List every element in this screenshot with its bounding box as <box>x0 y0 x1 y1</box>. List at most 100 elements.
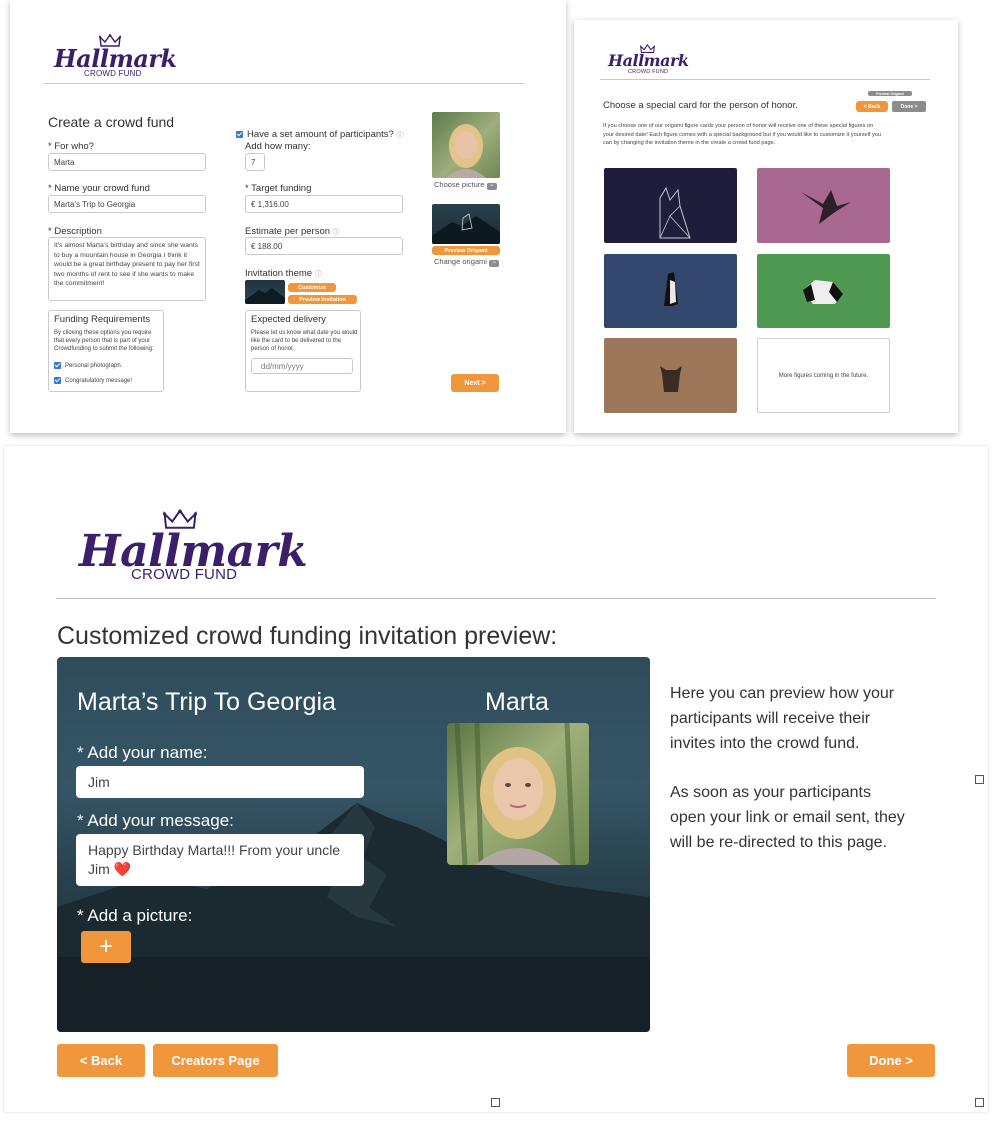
description-textarea[interactable]: It’s almost Marta’s birthday and since s… <box>48 237 206 301</box>
preview-invitation-button[interactable]: Preview Invitation <box>288 295 357 304</box>
target-funding-input[interactable]: € 1,316.00 <box>245 195 403 213</box>
invitation-preview-panel: Hallmark CROWD FUND Customized crowd fun… <box>4 446 988 1112</box>
info-icon: ⓘ <box>332 229 340 236</box>
funding-requirements-title: Funding Requirements <box>54 314 151 325</box>
hallmark-logo: Hallmark CROWD FUND <box>54 34 177 80</box>
back-button[interactable]: < Back <box>856 101 888 112</box>
name-label: * Name your crowd fund <box>48 183 150 194</box>
resize-handle[interactable] <box>975 1098 984 1107</box>
description-label: * Description <box>48 226 102 237</box>
mountain-icon <box>245 288 285 304</box>
preview-origami-button[interactable]: Preview Origami <box>432 246 500 255</box>
origami-card-panda[interactable] <box>757 254 890 328</box>
honoree-photo <box>447 723 589 865</box>
origami-card-crane[interactable] <box>757 168 890 243</box>
info-icon: ⓘ <box>396 132 404 139</box>
change-origami-label: Change origami <box>434 257 487 266</box>
person-photo-icon <box>446 124 486 178</box>
for-who-label: * For who? <box>48 141 94 152</box>
preview-origami-button[interactable]: Preview Origami <box>868 91 912 96</box>
invitation-card: Marta’s Trip To Georgia Marta * Add your… <box>57 657 650 1032</box>
header-divider <box>56 598 936 599</box>
fund-name-input[interactable]: Marta’s Trip to Georgia <box>48 195 206 213</box>
choose-card-panel: Hallmark CROWD FUND Preview Origami Choo… <box>574 20 958 433</box>
picture-label: * Add a picture: <box>77 906 193 925</box>
resize-handle[interactable] <box>491 1098 500 1107</box>
instructions-text: If you choose one of our origami figure … <box>603 123 881 146</box>
requirement-message[interactable]: Congratulatory message! <box>54 377 132 385</box>
requirement-message-label: Congratulatory message! <box>65 378 133 385</box>
checkbox-icon[interactable] <box>54 362 61 369</box>
crane-origami-icon <box>801 190 851 224</box>
delivery-date-input[interactable]: dd/mm/yyyy <box>251 358 353 374</box>
header-divider <box>44 83 524 84</box>
add-how-many-label: Add how many: <box>245 141 311 152</box>
hallmark-logo: Hallmark CROWD FUND <box>608 44 689 76</box>
target-funding-label: * Target funding <box>245 183 312 194</box>
funding-requirements-text: By clicking these options you require th… <box>54 330 154 352</box>
minus-icon[interactable]: − <box>489 260 500 267</box>
logo-subtitle: CROWD FUND <box>84 69 142 78</box>
name-label: * Add your name: <box>77 743 208 762</box>
info-text-1: Here you can preview how your participan… <box>670 685 895 752</box>
theme-label-row: Invitation theme ⓘ <box>245 268 322 279</box>
expected-delivery-title: Expected delivery <box>251 314 326 325</box>
estimate-label: Estimate per person <box>245 226 331 237</box>
page-title: Choose a special card for the person of … <box>603 100 798 111</box>
customize-button[interactable]: Customize <box>288 283 336 292</box>
page-title: Create a crowd fund <box>48 114 175 130</box>
choose-picture-label: Choose picture <box>434 180 485 189</box>
participants-checkbox-row[interactable]: Have a set amount of participants? ⓘ <box>236 129 403 140</box>
funding-requirements-box: Funding Requirements By clicking these o… <box>48 310 164 392</box>
creators-page-button[interactable]: Creators Page <box>153 1044 278 1077</box>
checkbox-icon[interactable] <box>236 130 243 138</box>
hallmark-logo: Hallmark CROWD FUND <box>79 508 308 588</box>
description-text: It’s almost Marta’s birthday and since s… <box>54 242 200 287</box>
logo-subtitle: CROWD FUND <box>131 566 238 583</box>
origami-card-penguin[interactable] <box>604 254 737 328</box>
person-photo-icon <box>454 723 576 865</box>
done-button[interactable]: Done > <box>892 101 926 112</box>
expected-delivery-text: Please let us know what date you would l… <box>251 330 358 352</box>
expected-delivery-box: Expected delivery Please let us know wha… <box>245 310 361 392</box>
estimate-label-row: Estimate per person ⓘ <box>245 226 340 237</box>
participants-count-input[interactable]: 7 <box>245 153 265 171</box>
choose-picture-row[interactable]: Choose picture − <box>434 180 497 190</box>
theme-thumbnail[interactable] <box>245 280 285 304</box>
resize-handle[interactable] <box>975 775 984 784</box>
origami-card-fox[interactable] <box>604 168 737 243</box>
logo-subtitle: CROWD FUND <box>628 69 669 75</box>
requirement-photo[interactable]: Personal photograph. <box>54 362 122 370</box>
header-divider <box>600 79 930 80</box>
more-figures-text: More figures coming in the future. <box>778 372 869 379</box>
origami-thumbnail[interactable] <box>432 204 500 244</box>
requirement-photo-label: Personal photograph. <box>65 363 123 370</box>
create-crowd-fund-panel: Hallmark CROWD FUND Create a crowd fund … <box>10 0 566 433</box>
back-button[interactable]: < Back <box>57 1044 145 1077</box>
done-button[interactable]: Done > <box>847 1044 935 1077</box>
estimate-input[interactable]: € 188.00 <box>245 237 403 255</box>
name-input[interactable]: Jim <box>76 766 364 798</box>
origami-mountain-icon <box>432 213 500 244</box>
penguin-origami-icon <box>664 272 678 306</box>
bull-origami-icon <box>660 366 682 392</box>
theme-label: Invitation theme <box>245 268 313 279</box>
fox-origami-icon <box>659 186 691 239</box>
profile-photo[interactable] <box>432 112 500 178</box>
add-picture-button[interactable]: + <box>81 931 131 963</box>
message-input[interactable]: Happy Birthday Marta!!! From your uncle … <box>76 834 364 886</box>
message-label: * Add your message: <box>77 811 234 830</box>
info-text-2: As soon as your participants open your l… <box>670 784 905 851</box>
honoree-name: Marta <box>485 688 549 716</box>
more-figures-card: More figures coming in the future. <box>757 338 890 413</box>
origami-card-bull[interactable] <box>604 338 737 413</box>
participants-label: Have a set amount of participants? <box>247 129 394 140</box>
checkbox-icon[interactable] <box>54 377 61 384</box>
next-button[interactable]: Next > <box>451 374 499 392</box>
info-icon: ⓘ <box>314 271 322 278</box>
for-who-input[interactable]: Marta <box>48 153 206 171</box>
change-origami-row[interactable]: Change origami − <box>434 257 500 267</box>
logo-script: Hallmark <box>608 51 689 70</box>
minus-icon[interactable]: − <box>486 183 497 190</box>
preview-heading: Customized crowd funding invitation prev… <box>57 622 558 650</box>
